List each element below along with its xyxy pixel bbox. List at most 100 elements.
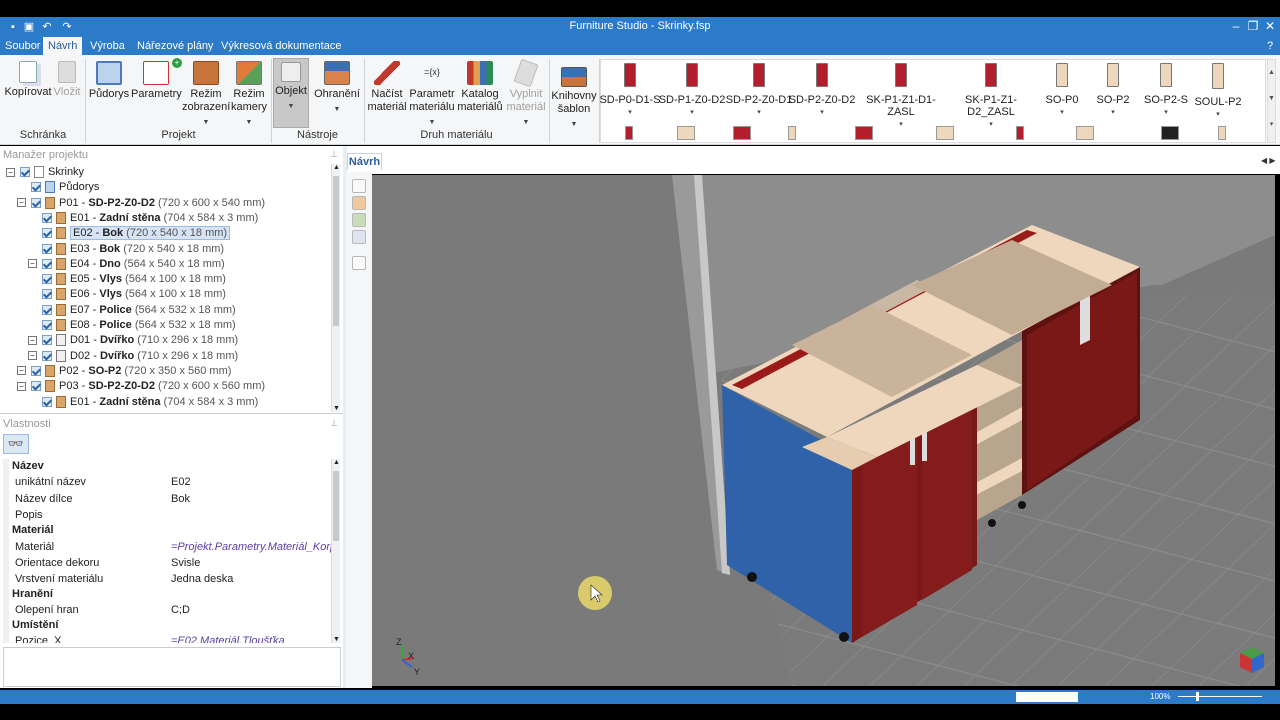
minimize-icon[interactable]: – (1228, 19, 1244, 33)
tree-node[interactable]: E08 - Police (564 x 532 x 18 mm) (28, 318, 236, 333)
menu-soubor[interactable]: Soubor (0, 39, 45, 53)
cabinet-thumbnail-icon[interactable] (1218, 126, 1226, 140)
template-item[interactable]: SOUL-P2 ▾ (1183, 63, 1253, 118)
visibility-checkbox[interactable] (42, 335, 52, 346)
tree-node[interactable]: E03 - Bok (720 x 540 x 18 mm) (28, 242, 224, 257)
pencil-icon[interactable] (352, 230, 366, 244)
tree-node[interactable]: − P03 - SD-P2-Z0-D2 (720 x 600 x 560 mm) (17, 379, 265, 394)
tree-node[interactable]: − D01 - Dvířko (710 x 296 x 18 mm) (28, 333, 238, 348)
edging-tool-button[interactable]: Ohranění ▼ (311, 61, 363, 116)
tree-node[interactable]: E02 - Bok (720 x 540 x 18 mm) (28, 226, 231, 241)
load-material-button[interactable]: Načíst materiál (366, 61, 408, 114)
template-item[interactable]: SD-P1-Z0-D2 ▾ (657, 63, 727, 116)
prop-value[interactable]: C;D (171, 603, 190, 618)
cabinet-thumbnail-icon[interactable] (677, 126, 695, 140)
visibility-checkbox[interactable] (42, 228, 52, 239)
cabinet-thumbnail-icon[interactable] (855, 126, 873, 140)
visibility-checkbox[interactable] (31, 197, 41, 208)
template-item[interactable]: SD-P0-D1-S ▾ (595, 63, 665, 116)
template-library-button[interactable]: Knihovny šablon ▼ (551, 67, 597, 131)
prop-value[interactable]: =Projekt.Parametry.Materiál_Korpus (171, 540, 331, 555)
gallery-scrollbar[interactable]: ▲ ▼ ▾ (1267, 59, 1276, 143)
prop-value[interactable]: Svisle (171, 556, 200, 571)
3d-viewport[interactable]: Z X Y (372, 175, 1275, 686)
visibility-checkbox[interactable] (31, 381, 41, 392)
display-mode-button[interactable]: Režim zobrazení ▼ (182, 61, 230, 129)
menu-narezove-plany[interactable]: Nářezové plány (132, 39, 218, 53)
cabinet-thumbnail-icon[interactable] (1076, 126, 1094, 140)
visibility-checkbox[interactable] (31, 182, 41, 193)
material-parameter-button[interactable]: ={x} Parametr materiálu ▼ (408, 61, 456, 129)
tree-node[interactable]: E01 - Zadní stěna (704 x 584 x 3 mm) (28, 211, 258, 226)
prop-value[interactable]: E02 (171, 475, 191, 490)
cabinet-thumbnail-icon[interactable] (1016, 126, 1024, 140)
prop-value[interactable]: Bok (171, 492, 190, 507)
visibility-checkbox[interactable] (42, 289, 52, 300)
visibility-checkbox[interactable] (42, 350, 52, 361)
expand-icon[interactable]: − (6, 167, 15, 177)
tree-node[interactable]: E05 - Vlys (564 x 100 x 18 mm) (28, 272, 226, 287)
visibility-checkbox[interactable] (42, 320, 52, 331)
template-item[interactable]: SD-P2-Z0-D1 ▾ (724, 63, 794, 116)
visibility-checkbox[interactable] (42, 274, 52, 285)
tree-node[interactable]: Půdorys (17, 180, 99, 195)
visibility-checkbox[interactable] (42, 304, 52, 315)
cabinet-thumbnail-icon[interactable] (1161, 126, 1179, 140)
menu-vyroba[interactable]: Výroba (85, 39, 130, 53)
visibility-checkbox[interactable] (42, 258, 52, 269)
tree-node[interactable]: − Skrinky (6, 165, 84, 180)
cabinet-thumbnail-icon[interactable] (788, 126, 796, 140)
expand-icon[interactable]: − (17, 198, 26, 208)
visibility-checkbox[interactable] (20, 167, 30, 178)
prop-value[interactable]: Jedna deska (171, 572, 233, 587)
template-item[interactable]: SK-P1-Z1-D2_ZASL ▾ (956, 63, 1026, 128)
visibility-checkbox[interactable] (42, 212, 52, 223)
fill-material-button[interactable]: Vyplnit materiál ▼ (504, 58, 548, 129)
tree-scrollbar[interactable]: ▲ ▼ (331, 164, 340, 412)
select-tool-icon[interactable] (352, 179, 366, 193)
camera-mode-button[interactable]: Režim kamery ▼ (230, 61, 268, 129)
glasses-icon[interactable]: 👓 (3, 434, 29, 454)
cabinet-thumbnail-icon[interactable] (625, 126, 633, 140)
template-item[interactable]: SD-P2-Z0-D2 ▾ (787, 63, 857, 116)
expand-icon[interactable]: − (28, 335, 37, 345)
tree-node[interactable]: − D02 - Dvířko (710 x 296 x 18 mm) (28, 349, 238, 364)
box-tool-icon[interactable] (352, 196, 366, 210)
tab-navrh[interactable]: Návrh (347, 153, 382, 170)
tree-node[interactable]: E06 - Vlys (564 x 100 x 18 mm) (28, 287, 226, 302)
help-icon[interactable]: ? (1262, 39, 1278, 53)
measure-tool-icon[interactable] (352, 256, 366, 270)
copy-button[interactable]: Kopírovat (4, 61, 52, 99)
tree-node[interactable]: − P01 - SD-P2-Z0-D2 (720 x 600 x 540 mm) (17, 196, 265, 211)
floorplan-button[interactable]: Půdorys (88, 61, 130, 101)
menu-navrh[interactable]: Návrh (43, 37, 83, 55)
material-catalog-button[interactable]: Katalog materiálů (457, 61, 503, 114)
tree-node[interactable]: E01 - Zadní stěna (704 x 584 x 3 mm) (28, 395, 258, 410)
template-item[interactable]: SK-P1-Z1-D1-ZASL ▾ (866, 63, 936, 128)
menu-vykresova-dokumentace[interactable]: Výkresová dokumentace (216, 39, 346, 53)
cabinet-thumbnail-icon[interactable] (733, 126, 751, 140)
close-icon[interactable]: ✕ (1262, 19, 1278, 33)
expand-icon[interactable]: − (28, 259, 37, 269)
pin-icon[interactable]: ⊥ (330, 149, 338, 160)
paste-button[interactable]: Vložit (52, 61, 82, 99)
visibility-checkbox[interactable] (42, 396, 52, 407)
restore-icon[interactable]: ❐ (1245, 19, 1261, 33)
object-tool-button[interactable]: Objekt ▼ (273, 58, 309, 128)
tree-node[interactable]: − E04 - Dno (564 x 540 x 18 mm) (28, 257, 225, 272)
cabinet-thumbnail-icon[interactable] (936, 126, 954, 140)
zoom-slider-thumb[interactable] (1196, 692, 1199, 701)
pin-icon[interactable]: ⊥ (330, 418, 338, 429)
tab-scroll-arrows[interactable]: ◀ ▶ (1261, 156, 1276, 165)
tree-node[interactable]: E07 - Police (564 x 532 x 18 mm) (28, 303, 236, 318)
tree-node[interactable]: − P02 - SO-P2 (720 x 350 x 560 mm) (17, 364, 231, 379)
expand-icon[interactable]: − (28, 351, 37, 361)
zoom-slider[interactable] (1178, 696, 1262, 697)
expand-icon[interactable]: − (17, 381, 26, 391)
insert-tool-icon[interactable] (352, 213, 366, 227)
expand-icon[interactable]: − (17, 366, 26, 376)
visibility-checkbox[interactable] (42, 243, 52, 254)
visibility-checkbox[interactable] (31, 365, 41, 376)
prop-value[interactable]: =E02.Materiál.Tloušťka (171, 634, 285, 643)
properties-scrollbar[interactable]: ▲ ▼ (331, 459, 340, 643)
